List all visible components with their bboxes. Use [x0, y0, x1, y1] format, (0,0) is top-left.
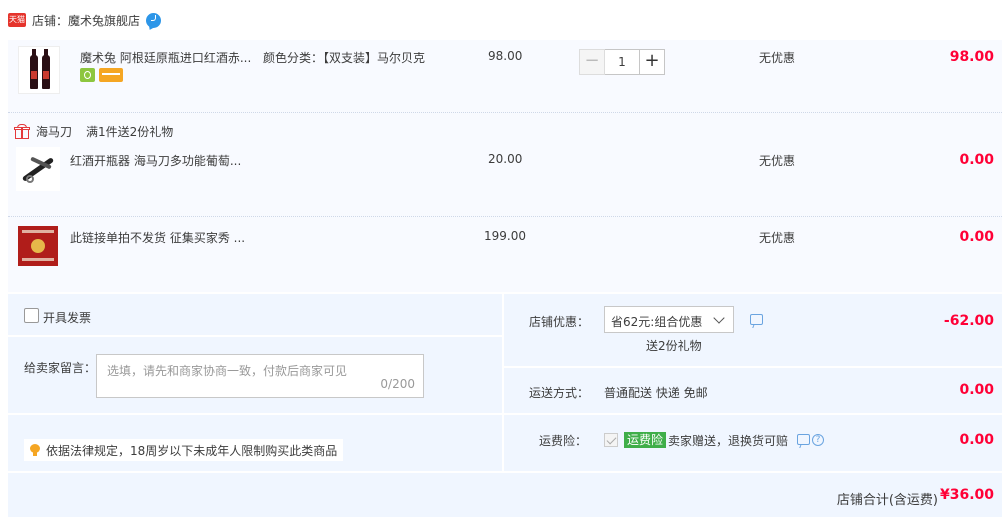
age-notice: 依据法律规定，18周岁以下未成年人限制购买此类商品 — [24, 439, 344, 461]
item-price: 199.00 — [484, 229, 526, 243]
insurance-cell: 运费险： 运费险 卖家赠送，退换货可赔 ? 0.00 — [504, 415, 1002, 471]
guarantee-icon — [80, 68, 95, 82]
bulb-icon — [30, 444, 40, 456]
shop-name[interactable]: 店铺：魔术兔旗舰店 — [32, 12, 140, 29]
discount-gift-text: 送2份礼物 — [646, 339, 702, 353]
message-input[interactable]: 选填，请先和商家协商一致，付款后商家可见 0/200 — [96, 354, 424, 398]
message-cell: 给卖家留言： 选填，请先和商家协商一致，付款后商家可见 0/200 — [8, 337, 502, 413]
quantity-stepper: − 1 + — [579, 49, 665, 75]
notice-text: 依据法律规定，18周岁以下未成年人限制购买此类商品 — [46, 443, 338, 458]
item-title[interactable]: 红酒开瓶器 海马刀多功能葡萄... — [70, 152, 241, 169]
invoice-checkbox[interactable] — [24, 308, 39, 323]
insurance-text: 卖家赠送，退换货可赔 — [668, 434, 789, 448]
gift-header: 海马刀 满1件送2份礼物 — [8, 121, 173, 141]
item-discount: 无优惠 — [759, 51, 796, 65]
quantity-input[interactable]: 1 — [605, 49, 639, 75]
card-pay-icon — [99, 68, 123, 82]
chevron-down-icon — [713, 312, 725, 324]
divider — [8, 112, 1002, 113]
list-item: 红酒开瓶器 海马刀多功能葡萄... 20.00 无优惠 0.00 — [8, 143, 1002, 203]
increase-button[interactable]: + — [639, 49, 665, 75]
product-thumbnail-wine[interactable] — [18, 46, 60, 94]
shipping-cell: 运送方式： 普通配送 快递 免邮 0.00 — [504, 368, 1002, 413]
item-discount: 无优惠 — [759, 154, 796, 168]
item-subtotal: 0.00 — [959, 229, 994, 245]
shipping-amount: 0.00 — [959, 382, 994, 398]
order-options: 开具发票 给卖家留言： 选填，请先和商家协商一致，付款后商家可见 0/200 依… — [8, 294, 1002, 517]
shipping-label: 运送方式： — [529, 386, 590, 400]
item-subtotal: 0.00 — [959, 152, 994, 168]
message-label: 给卖家留言： — [24, 361, 97, 375]
item-title[interactable]: 魔术兔 阿根廷原瓶进口红酒赤... — [80, 49, 251, 66]
items-area: 魔术兔 阿根廷原瓶进口红酒赤... 颜色分类：【双支装】马尔贝克 98.00 −… — [8, 40, 1002, 292]
divider — [8, 216, 1002, 217]
comment-icon[interactable] — [797, 434, 810, 445]
help-icon[interactable]: ? — [812, 434, 824, 446]
chat-icon[interactable] — [146, 12, 162, 28]
product-thumbnail-corkscrew[interactable] — [16, 147, 60, 191]
decrease-button[interactable]: − — [579, 49, 605, 75]
service-tags — [80, 68, 123, 82]
comment-icon[interactable] — [750, 314, 763, 325]
item-price: 20.00 — [488, 152, 523, 166]
product-thumbnail-certificate[interactable] — [18, 226, 58, 266]
item-sku: 颜色分类：【双支装】马尔贝克 — [263, 51, 426, 65]
total-label: 店铺合计(含运费) — [836, 493, 938, 508]
message-count: 0/200 — [380, 377, 415, 391]
gift-name: 海马刀 — [36, 124, 73, 139]
list-item: 魔术兔 阿根廷原瓶进口红酒赤... 颜色分类：【双支装】马尔贝克 98.00 −… — [8, 40, 1002, 100]
insurance-label: 运费险： — [539, 434, 588, 448]
message-placeholder: 选填，请先和商家协商一致，付款后商家可见 — [107, 364, 348, 378]
shop-discount-cell: 店铺优惠： 省62元:组合优惠 送2份礼物 -62.00 — [504, 294, 1002, 366]
tmall-icon: 天猫 — [8, 13, 26, 27]
invoice-cell: 开具发票 — [8, 294, 502, 335]
shop-discount-label: 店铺优惠： — [529, 315, 590, 329]
item-title[interactable]: 此链接单拍不发货 征集买家秀 ... — [70, 229, 245, 246]
shop-total-cell: 店铺合计(含运费) ¥36.00 — [8, 473, 1002, 517]
total-value: ¥36.00 — [939, 487, 994, 503]
gift-icon — [14, 123, 30, 139]
notice-cell: 依据法律规定，18周岁以下未成年人限制购买此类商品 — [8, 415, 502, 471]
insurance-checkbox — [604, 433, 618, 447]
shop-header: 天猫 店铺：魔术兔旗舰店 — [0, 0, 1002, 40]
discount-select[interactable]: 省62元:组合优惠 — [604, 306, 734, 333]
discount-amount: -62.00 — [943, 313, 994, 329]
insurance-amount: 0.00 — [959, 432, 994, 448]
item-discount: 无优惠 — [759, 231, 796, 245]
item-subtotal: 98.00 — [949, 49, 994, 65]
discount-selected: 省62元:组合优惠 — [611, 315, 703, 329]
gift-rule: 满1件送2份礼物 — [86, 124, 174, 139]
insurance-badge: 运费险 — [624, 432, 667, 448]
invoice-label[interactable]: 开具发票 — [43, 309, 91, 326]
item-price: 98.00 — [488, 49, 523, 63]
list-item: 此链接单拍不发货 征集买家秀 ... 199.00 无优惠 0.00 — [8, 220, 1002, 280]
shipping-method: 普通配送 快递 免邮 — [604, 386, 708, 400]
